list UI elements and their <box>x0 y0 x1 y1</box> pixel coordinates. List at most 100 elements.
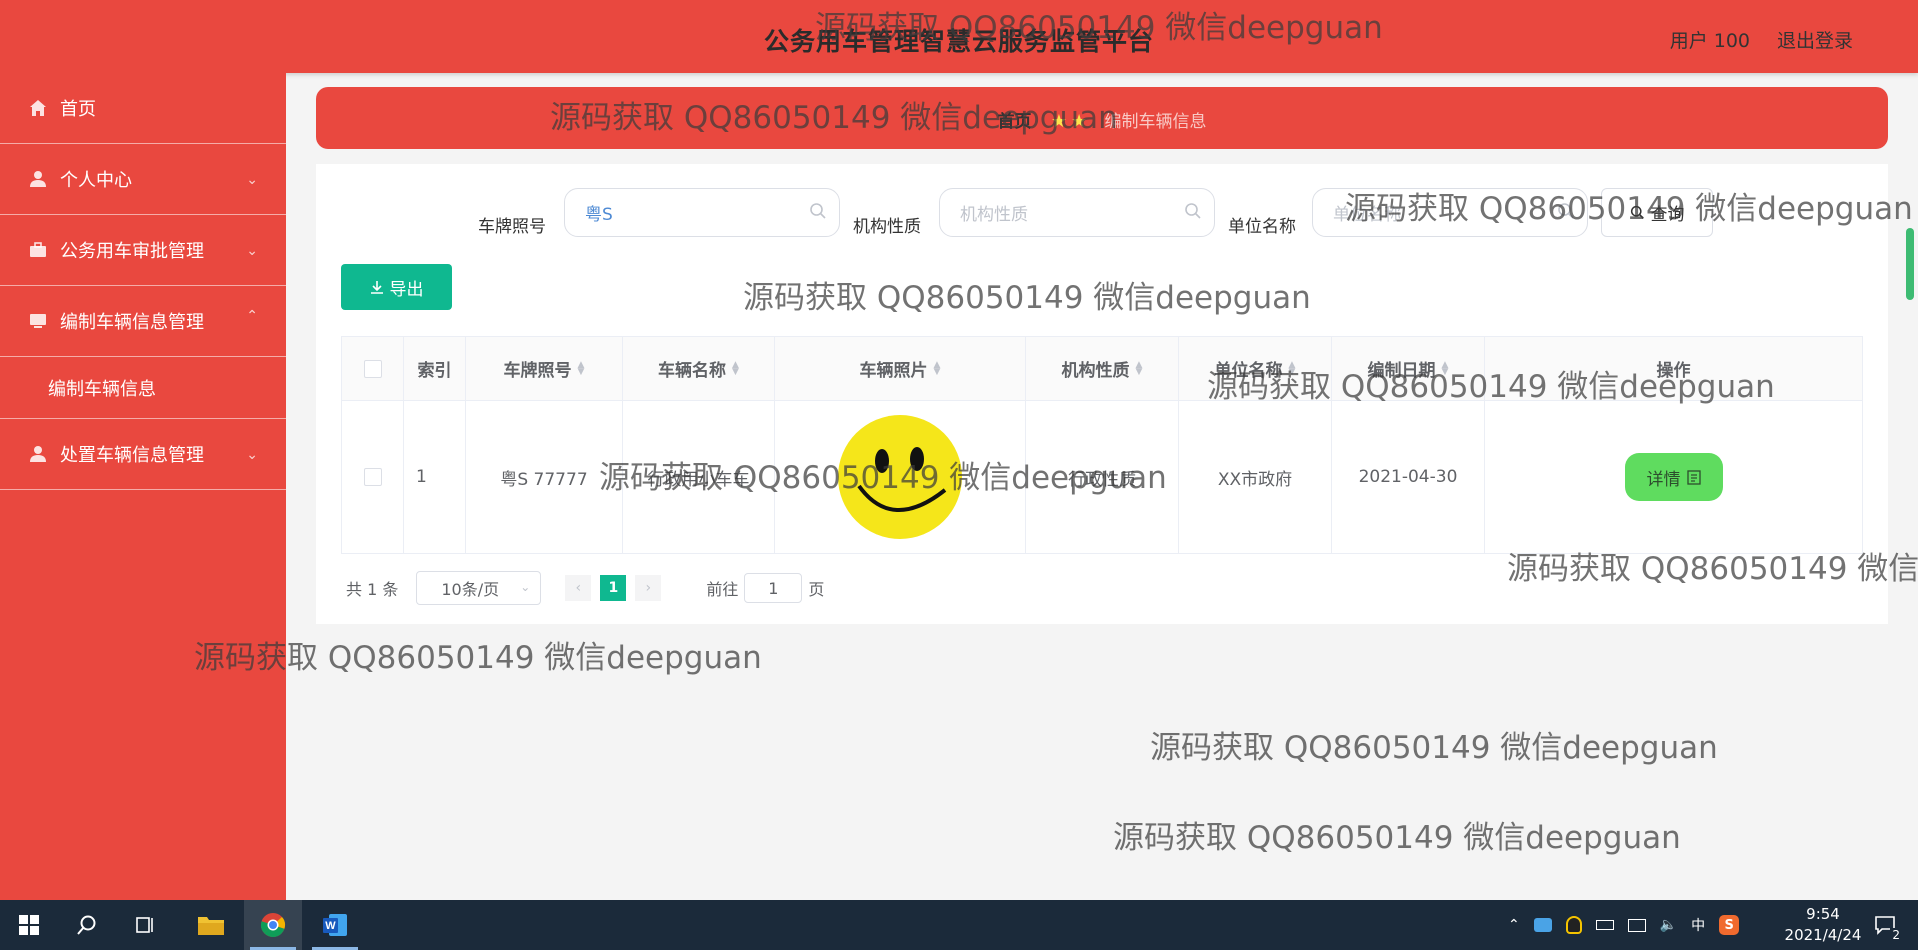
star-icon: ★ <box>1071 111 1088 132</box>
vehicle-table: 索引 车牌照号 ▲ ▼ 车辆名称 ▲ ▼ 车辆照片 ▲ ▼ 机构性质 ▲ ▼ 单位名称 … <box>341 336 1863 554</box>
word-icon[interactable]: W <box>306 900 364 950</box>
star-icon: ★ <box>1050 111 1067 132</box>
unit-search-input[interactable]: 单位名称 <box>1312 188 1588 237</box>
watermark: 源码获取 QQ86050149 微信deepguan <box>1113 820 1681 856</box>
sidebar-subitem-vehicle-info[interactable]: 编制车辆信息 <box>0 357 286 419</box>
column-header-date[interactable]: 编制日期 ▲ ▼ <box>1332 337 1485 400</box>
sort-icon[interactable]: ▲ ▼ <box>934 360 941 376</box>
vehicle-photo[interactable] <box>837 414 963 540</box>
page-number-button[interactable]: 1 <box>600 575 627 601</box>
column-header-unit[interactable]: 单位名称 ▲ ▼ <box>1179 337 1332 400</box>
clock-date: 2021/4/24 <box>1784 926 1862 944</box>
system-clock[interactable]: 9:54 2021/4/24 <box>1778 904 1868 946</box>
sidebar-item-label: 处置车辆信息管理 <box>60 445 204 466</box>
column-header-label: 编制日期 <box>1367 361 1436 381</box>
user-icon <box>28 444 48 464</box>
sidebar-item-label: 首页 <box>60 99 96 120</box>
prev-page-button[interactable]: ‹ <box>565 575 592 601</box>
cell-unit: XX市政府 <box>1179 401 1332 553</box>
chevron-down-icon: ⌄ <box>246 172 258 188</box>
vertical-scrollbar[interactable] <box>1906 228 1914 300</box>
plate-search-input[interactable]: 粤S <box>564 188 840 237</box>
sidebar-item-approval[interactable]: 公务用车审批管理 ⌄ <box>0 215 286 286</box>
notification-count: 2 <box>1890 928 1902 942</box>
unit-input-placeholder: 单位名称 <box>1333 205 1401 225</box>
column-header-name[interactable]: 车辆名称 ▲ ▼ <box>623 337 775 400</box>
user-icon <box>28 169 48 189</box>
watermark: 源码获取 QQ86050149 微信deepguan <box>1150 730 1718 766</box>
notification-icon[interactable]: 2 <box>1860 900 1910 950</box>
sidebar-item-vehicle-info[interactable]: 编制车辆信息管理 ⌃ <box>0 286 286 357</box>
page-size-select[interactable]: 10条/页 ⌄ <box>416 571 542 605</box>
home-icon <box>28 98 48 118</box>
query-button[interactable]: 查询 <box>1601 188 1713 237</box>
column-header-label: 机构性质 <box>1061 361 1130 381</box>
org-label: 机构性质 <box>853 217 921 237</box>
row-select-cell <box>342 401 404 553</box>
detail-button-label: 详情 <box>1646 469 1681 490</box>
detail-button[interactable]: 详情 <box>1624 453 1723 501</box>
svg-text:W: W <box>325 920 336 932</box>
battery-icon[interactable] <box>1595 920 1614 930</box>
column-header-plate[interactable]: 车牌照号 ▲ ▼ <box>466 337 623 400</box>
column-header-label: 索引 <box>417 361 452 381</box>
chevron-up-icon[interactable]: ⌃ <box>1508 917 1520 933</box>
sidebar-item-disposal[interactable]: 处置车辆信息管理 ⌄ <box>0 419 286 490</box>
sort-icon[interactable]: ▲ ▼ <box>1136 360 1143 376</box>
breadcrumb-bar: 首页 ★ ★ 编制车辆信息 <box>316 87 1888 149</box>
app-header: 公务用车管理智慧云服务监管平台 用户 100 退出登录 <box>0 0 1918 73</box>
current-user[interactable]: 用户 100 <box>1670 26 1750 53</box>
file-explorer-icon[interactable] <box>182 900 240 950</box>
cell-photo <box>775 401 1026 553</box>
chevron-down-icon: ⌄ <box>246 243 258 259</box>
breadcrumb-current: 编制车辆信息 <box>1104 112 1207 132</box>
export-button[interactable]: 导出 <box>341 264 452 310</box>
sidebar-item-label: 个人中心 <box>60 170 132 191</box>
page-suffix: 页 <box>808 580 825 599</box>
column-header-label: 车辆照片 <box>859 361 928 381</box>
content-card: 车牌照号 粤S 机构性质 机构性质 单位名称 单位名称 查询 导出 索引 车牌照… <box>316 164 1888 624</box>
network-icon[interactable] <box>1627 918 1646 932</box>
windows-start-icon[interactable] <box>0 900 58 950</box>
search-icon <box>1558 203 1574 219</box>
next-page-button[interactable]: › <box>635 575 662 601</box>
page-title: 公务用车管理智慧云服务监管平台 <box>763 27 1154 56</box>
org-search-input[interactable]: 机构性质 <box>939 188 1215 237</box>
search-icon[interactable] <box>58 900 116 950</box>
chevron-up-icon: ⌃ <box>246 308 258 324</box>
search-icon <box>1185 203 1201 219</box>
goto-page-input[interactable]: 1 <box>744 573 803 603</box>
volume-icon[interactable]: 🔈 <box>1660 917 1677 933</box>
sort-icon[interactable]: ▲ ▼ <box>1442 360 1449 376</box>
sort-icon[interactable]: ▲ ▼ <box>1289 360 1296 376</box>
task-view-icon[interactable] <box>116 900 174 950</box>
sidebar-item-personal-center[interactable]: 个人中心 ⌄ <box>0 144 286 215</box>
row-checkbox[interactable] <box>363 468 382 486</box>
column-header-photo[interactable]: 车辆照片 ▲ ▼ <box>775 337 1026 400</box>
cell-index: 1 <box>404 401 466 553</box>
column-header-index: 索引 <box>404 337 466 400</box>
select-all-checkbox[interactable] <box>363 359 382 378</box>
chevron-down-icon: ⌄ <box>520 580 531 594</box>
cell-org: 行政性质 <box>1026 401 1179 553</box>
chrome-icon[interactable] <box>244 900 302 950</box>
logout-link[interactable]: 退出登录 <box>1777 26 1853 53</box>
plate-label: 车牌照号 <box>478 217 546 237</box>
org-input-placeholder: 机构性质 <box>960 205 1028 225</box>
column-header-label: 单位名称 <box>1214 361 1283 381</box>
sort-icon[interactable]: ▲ ▼ <box>578 360 585 376</box>
breadcrumb-home[interactable]: 首页 <box>997 112 1031 132</box>
query-button-label: 查询 <box>1650 205 1685 225</box>
column-header-label: 车牌照号 <box>503 361 572 381</box>
qq-icon[interactable] <box>1565 916 1582 934</box>
chevron-down-icon: ⌄ <box>246 447 258 463</box>
ime-indicator[interactable]: 中 <box>1691 915 1705 935</box>
sidebar-item-home[interactable]: 首页 <box>0 73 286 144</box>
sogou-icon[interactable]: S <box>1719 915 1740 935</box>
windows-taskbar: W ⌃ 🔈 中 S 9:54 2021/4/24 2 <box>0 900 1918 950</box>
sort-icon[interactable]: ▲ ▼ <box>732 360 739 376</box>
select-all-cell <box>342 337 404 400</box>
column-header-actions: 操作 <box>1485 337 1862 400</box>
chat-icon[interactable] <box>1533 918 1552 932</box>
column-header-org[interactable]: 机构性质 ▲ ▼ <box>1026 337 1179 400</box>
